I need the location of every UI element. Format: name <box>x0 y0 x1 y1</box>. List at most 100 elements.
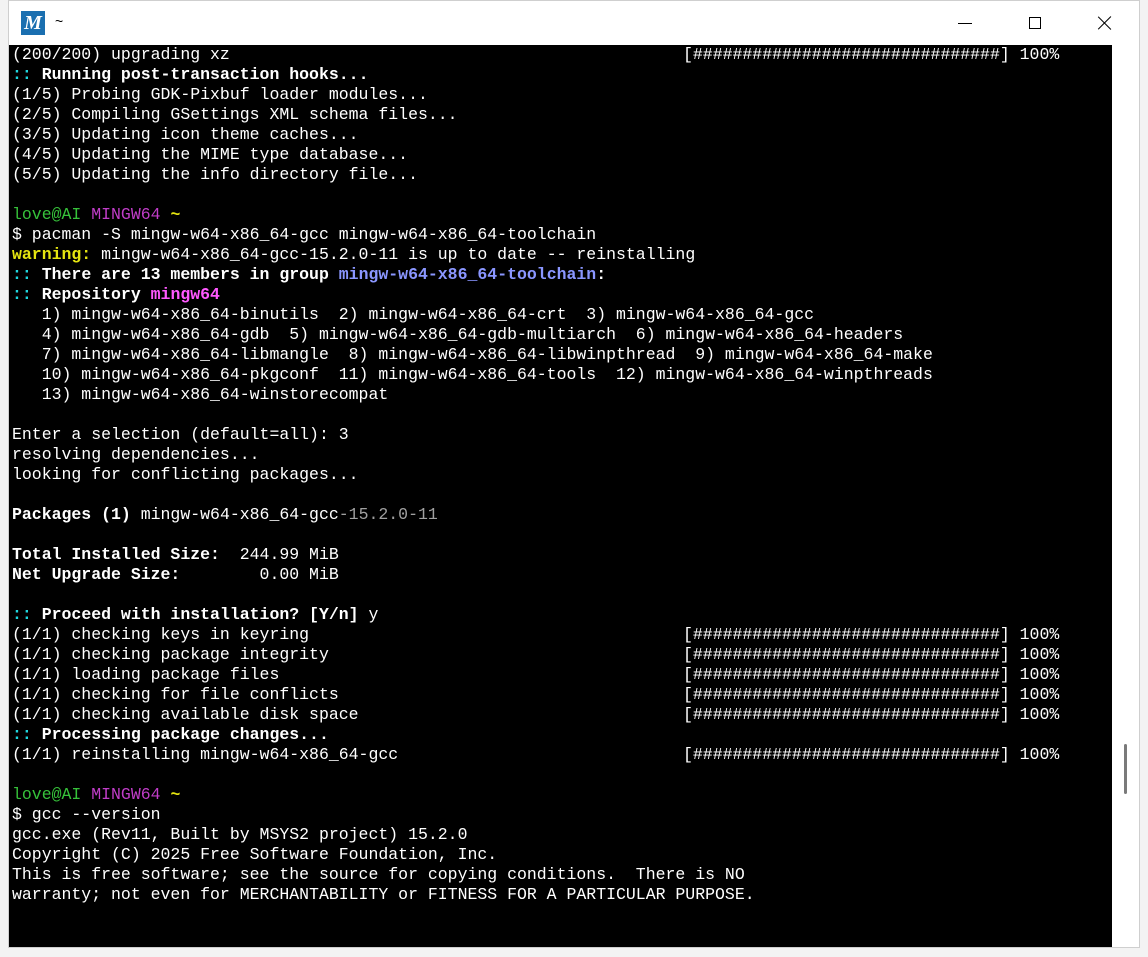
maximize-button[interactable] <box>1000 1 1070 45</box>
close-icon <box>1097 15 1113 31</box>
terminal-text: warranty; not even for MERCHANTABILITY o… <box>12 885 755 904</box>
progress-bar-text: [###############################] 100% <box>683 625 1060 644</box>
terminal-text: 1) mingw-w64-x86_64-binutils 2) mingw-w6… <box>12 305 815 324</box>
terminal-window: M ~ (200/200) upgrading xz:: Running pos… <box>8 0 1140 948</box>
terminal-line: Total Installed Size: 244.99 MiB <box>12 545 933 565</box>
terminal-text: 244.99 MiB <box>219 545 339 564</box>
terminal-line: (3/5) Updating icon theme caches... <box>12 125 933 145</box>
terminal-text: (1/1) checking keys in keyring <box>12 625 310 644</box>
terminal-line: looking for conflicting packages... <box>12 465 933 485</box>
terminal-text: mingw-w64-x86_64-toolchain <box>338 265 597 284</box>
terminal-line: :: Running post-transaction hooks... <box>12 65 933 85</box>
msys2-logo-icon[interactable]: M <box>21 11 45 35</box>
terminal-text: (4/5) Updating the MIME type database... <box>12 145 409 164</box>
terminal-text: (1/1) reinstalling mingw-w64-x86_64-gcc <box>12 745 399 764</box>
terminal-text: $ pacman -S mingw-w64-x86_64-gcc mingw-w… <box>12 225 597 244</box>
terminal-text: y <box>358 605 379 624</box>
terminal-text: -15.2.0-11 <box>338 505 438 524</box>
terminal-text: Copyright (C) 2025 Free Software Foundat… <box>12 845 498 864</box>
terminal-text: (2/5) Compiling GSettings XML schema fil… <box>12 105 458 124</box>
terminal-text: 4) mingw-w64-x86_64-gdb 5) mingw-w64-x86… <box>12 325 904 344</box>
terminal-line: love@AI MINGW64 ~ <box>12 785 933 805</box>
window-title: ~ <box>55 13 64 29</box>
terminal-line: 10) mingw-w64-x86_64-pkgconf 11) mingw-w… <box>12 365 933 385</box>
terminal-text: Net Upgrade Size: <box>12 565 181 584</box>
terminal-line: :: Proceed with installation? [Y/n] y <box>12 605 933 625</box>
terminal-text: Packages (1) <box>12 505 131 524</box>
terminal-text: (1/1) checking for file conflicts <box>12 685 339 704</box>
terminal-text: 13) mingw-w64-x86_64-winstorecompat <box>12 385 389 404</box>
terminal-text: warning: <box>12 245 92 264</box>
terminal-line: 7) mingw-w64-x86_64-libmangle 8) mingw-w… <box>12 345 933 365</box>
terminal-text: MINGW64 <box>91 205 161 224</box>
terminal-text: mingw64 <box>150 285 220 304</box>
terminal-text: (1/5) Probing GDK-Pixbuf loader modules.… <box>12 85 428 104</box>
progress-bar-text: [###############################] 100% <box>683 705 1060 724</box>
terminal-text: :: <box>12 605 32 624</box>
title-bar[interactable]: M ~ <box>9 1 1139 45</box>
progress-bar-text: [###############################] 100% <box>683 45 1060 64</box>
terminal-text: :: <box>12 285 32 304</box>
progress-bar-text: [###############################] 100% <box>683 685 1060 704</box>
terminal-line: Packages (1) mingw-w64-x86_64-gcc-15.2.0… <box>12 505 933 525</box>
vertical-scrollbar[interactable] <box>1112 45 1139 947</box>
terminal-text: (3/5) Updating icon theme caches... <box>12 125 359 144</box>
terminal-output[interactable]: (200/200) upgrading xz:: Running post-tr… <box>9 45 1112 947</box>
progress-bar-text: [###############################] 100% <box>683 745 1060 764</box>
progress-bar-text: [###############################] 100% <box>683 665 1060 684</box>
terminal-line: 13) mingw-w64-x86_64-winstorecompat <box>12 385 933 405</box>
progress-bar-text: [###############################] 100% <box>683 645 1060 664</box>
terminal-text: Total Installed Size: <box>12 545 220 564</box>
terminal-line: Enter a selection (default=all): 3 <box>12 425 933 445</box>
window-edge <box>1140 0 1148 957</box>
terminal-line: :: Processing package changes... <box>12 725 933 745</box>
terminal-text: : <box>596 265 607 284</box>
terminal-text: love@AI <box>12 785 82 804</box>
terminal-text: 0.00 MiB <box>180 565 339 584</box>
terminal-text: 7) mingw-w64-x86_64-libmangle 8) mingw-w… <box>12 345 933 364</box>
terminal-text: 10) mingw-w64-x86_64-pkgconf 11) mingw-w… <box>12 365 933 384</box>
terminal-line: $ gcc --version <box>12 805 933 825</box>
close-button[interactable] <box>1070 1 1139 45</box>
terminal-text: Enter a selection (default=all): 3 <box>12 425 349 444</box>
terminal-text: ~ <box>170 785 181 804</box>
terminal-line: (2/5) Compiling GSettings XML schema fil… <box>12 105 933 125</box>
terminal-line: (1/5) Probing GDK-Pixbuf loader modules.… <box>12 85 933 105</box>
terminal-text: $ gcc --version <box>12 805 161 824</box>
terminal-text: Repository <box>31 285 151 304</box>
terminal-text: Processing package changes... <box>31 725 329 744</box>
terminal-text: This is free software; see the source fo… <box>12 865 745 884</box>
maximize-icon <box>1029 17 1041 29</box>
terminal-text: Proceed with installation? [Y/n] <box>31 605 359 624</box>
terminal-line: love@AI MINGW64 ~ <box>12 205 933 225</box>
scrollbar-thumb[interactable] <box>1124 744 1127 794</box>
minimize-icon <box>958 22 972 24</box>
terminal-text: (1/1) checking available disk space <box>12 705 359 724</box>
terminal-text: :: <box>12 65 32 84</box>
terminal-line: (4/5) Updating the MIME type database... <box>12 145 933 165</box>
terminal-line: :: There are 13 members in group mingw-w… <box>12 265 933 285</box>
minimize-button[interactable] <box>930 1 1000 45</box>
terminal-text: mingw-w64-x86_64-gcc-15.2.0-11 is up to … <box>91 245 696 264</box>
terminal-text: (1/1) loading package files <box>12 665 280 684</box>
terminal-line: 1) mingw-w64-x86_64-binutils 2) mingw-w6… <box>12 305 933 325</box>
terminal-text: MINGW64 <box>91 785 161 804</box>
terminal-text: love@AI <box>12 205 82 224</box>
terminal-line: Copyright (C) 2025 Free Software Foundat… <box>12 845 933 865</box>
terminal-text: :: <box>12 265 32 284</box>
terminal-line: Net Upgrade Size: 0.00 MiB <box>12 565 933 585</box>
terminal-text: (200/200) upgrading xz <box>12 45 230 64</box>
terminal-line: gcc.exe (Rev11, Built by MSYS2 project) … <box>12 825 933 845</box>
terminal-line: $ pacman -S mingw-w64-x86_64-gcc mingw-w… <box>12 225 933 245</box>
terminal-line: resolving dependencies... <box>12 445 933 465</box>
terminal-text: (5/5) Updating the info directory file..… <box>12 165 418 184</box>
terminal-text: (1/1) checking package integrity <box>12 645 329 664</box>
